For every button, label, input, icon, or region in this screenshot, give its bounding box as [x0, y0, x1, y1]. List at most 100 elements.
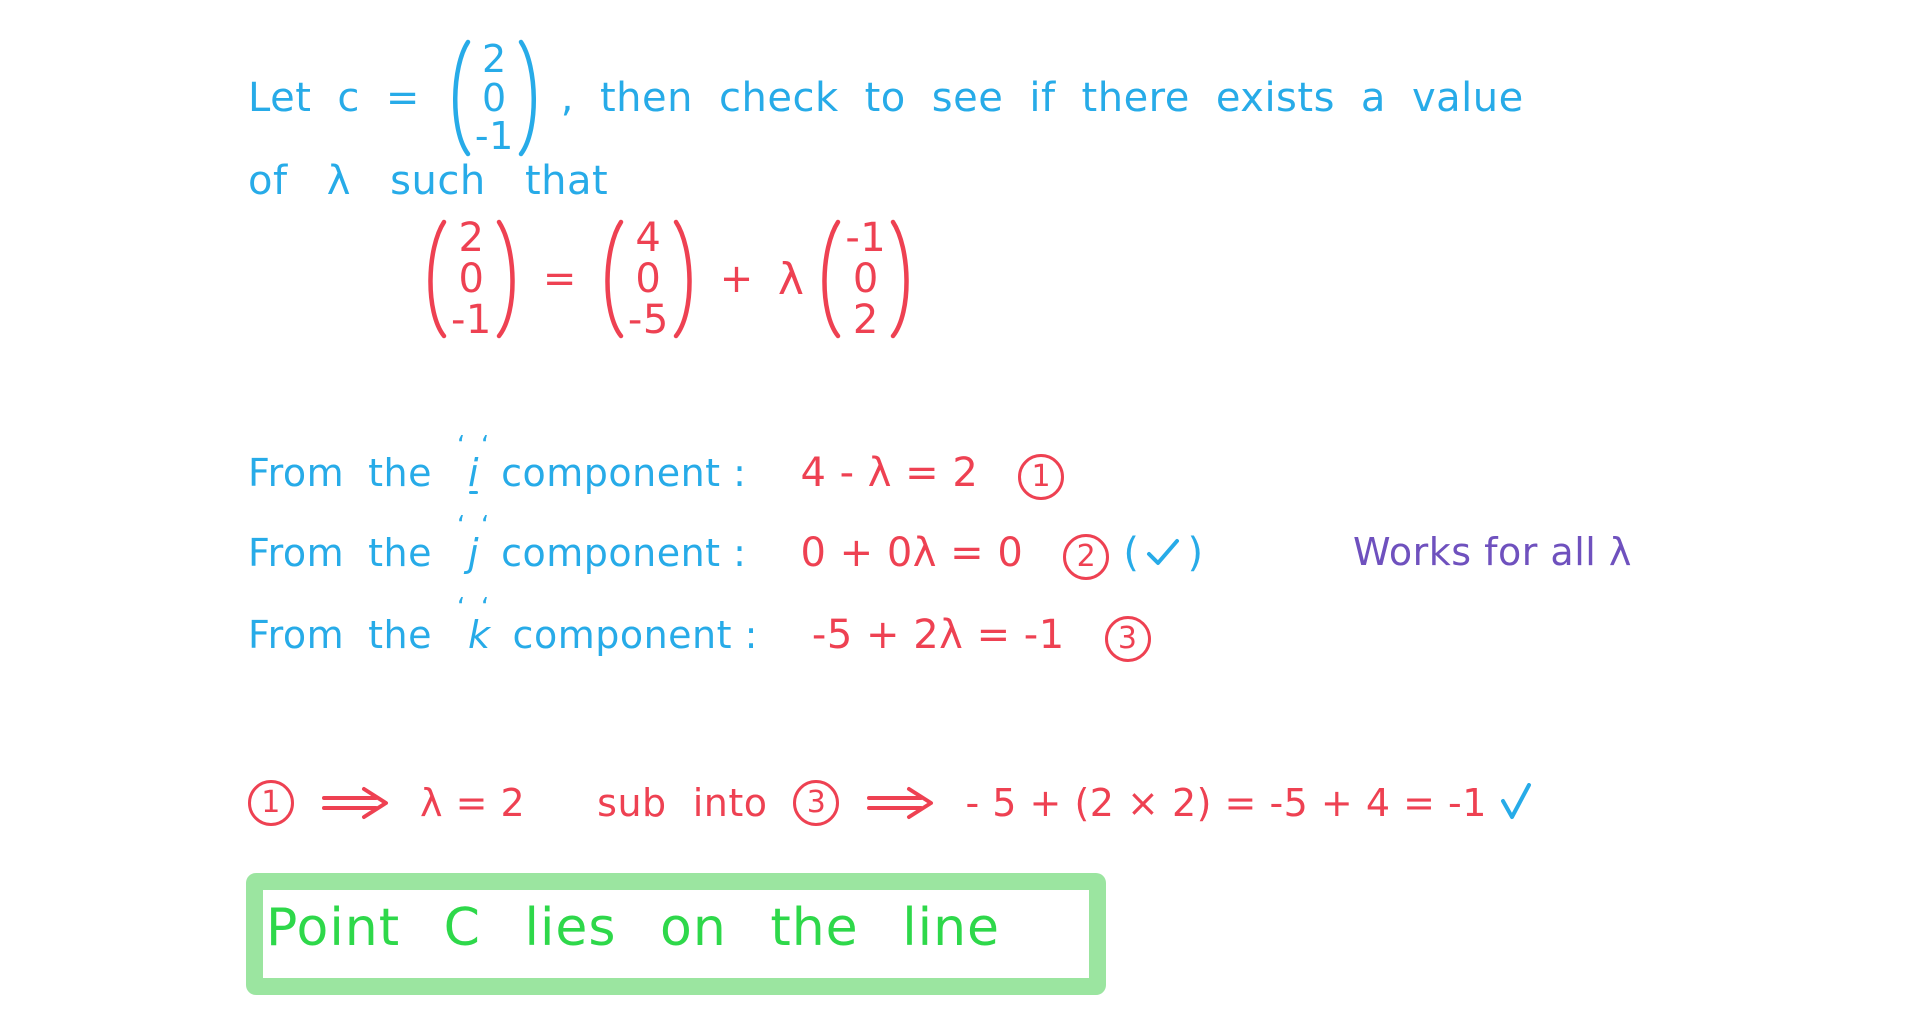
circled-reference-1: 1	[1018, 454, 1065, 500]
word-from: From	[248, 531, 345, 575]
quote-left: ‘	[457, 431, 466, 461]
unit-vector-j: ‘ j ‘	[457, 511, 489, 575]
word-such: such	[390, 158, 486, 204]
vector-c-z: -1	[474, 114, 514, 159]
unit-vector-i: ‘ i ‘	[457, 431, 489, 495]
comma: ,	[560, 75, 574, 121]
lhs-z: -1	[451, 296, 492, 343]
right-paren-icon	[672, 218, 700, 340]
component-equation-j: 0 + 0λ = 0	[800, 530, 1024, 576]
word-let: Let	[248, 75, 312, 121]
quote-left: ‘	[457, 593, 466, 623]
tick-in-parens: ( )	[1123, 530, 1203, 576]
point-x: 4	[635, 215, 662, 261]
reference-wrap-3: 3	[1104, 616, 1151, 662]
deduction-row: 1 λ = 2 sub into 3 - 5 + (2 × 2) = -5 + …	[248, 780, 1533, 826]
vector-c-x: 2	[481, 36, 507, 81]
lhs-y: 0	[458, 255, 485, 302]
equation-direction-vector: -1 0 2	[814, 218, 917, 340]
right-paren-icon	[517, 38, 543, 158]
right-paren-icon	[889, 218, 917, 340]
circled-reference-into-3: 3	[793, 780, 840, 826]
left-paren-icon	[597, 218, 625, 340]
word-into: into	[692, 781, 768, 825]
equation-direction-values: -1 0 2	[842, 218, 889, 340]
double-arrow-icon	[320, 786, 394, 820]
component-row-k: From the ‘ k ‘ component : -5 + 2λ = -1 …	[248, 593, 1151, 662]
unit-vector-i-letter: i	[468, 451, 480, 495]
left-paren-icon	[814, 218, 842, 340]
variable-c: c	[337, 75, 360, 121]
word-that: that	[524, 158, 609, 204]
vector-c-values: 2 0 -1	[472, 40, 517, 156]
word-the: the	[368, 613, 433, 657]
component-label: component :	[501, 531, 747, 575]
final-check-icon	[1499, 783, 1533, 823]
point-y: 0	[635, 255, 662, 302]
quote-right: ‘	[481, 511, 490, 541]
equation-lhs-vector: 2 0 -1	[420, 218, 523, 340]
word-from: From	[248, 613, 345, 657]
conclusion-text: Point C lies on the line	[266, 898, 1026, 958]
word-the: the	[368, 531, 433, 575]
word-exists: exists	[1215, 75, 1335, 121]
lhs-x: 2	[458, 215, 485, 261]
component-label: component :	[501, 451, 747, 495]
vector-c-y: 0	[481, 75, 507, 120]
direction-z: 2	[852, 296, 879, 343]
equals-sign: =	[542, 256, 577, 303]
equals-sign: =	[385, 75, 420, 121]
circled-reference-2: 2	[1063, 534, 1110, 580]
component-row-j: From the ‘ j ‘ component : 0 + 0λ = 0 2 …	[248, 511, 1204, 580]
word-the: the	[368, 451, 433, 495]
word-see: see	[931, 75, 1004, 121]
word-there: there	[1081, 75, 1190, 121]
underline-accent	[469, 491, 479, 494]
word-point: Point	[266, 898, 401, 958]
word-to: to	[864, 75, 906, 121]
word-lies: lies	[524, 898, 617, 958]
vector-equation: 2 0 -1 = 4 0 -5 + λ -1 0 2	[420, 218, 917, 340]
reference-wrap-1: 1	[1018, 454, 1065, 500]
equation-point-vector: 4 0 -5	[597, 218, 700, 340]
word-then: then	[600, 75, 693, 121]
word-the: the	[770, 898, 859, 958]
component-row-i: From the ‘ i ‘ component : 4 - λ = 2 1	[248, 431, 1065, 500]
right-paren-icon	[495, 218, 523, 340]
works-for-all-lambda-note: Works for all λ	[1353, 530, 1632, 574]
symbol-lambda: λ	[326, 158, 351, 204]
equation-lhs-values: 2 0 -1	[448, 218, 495, 340]
reference-wrap-2: 2	[1063, 534, 1110, 580]
double-arrow-icon-2	[865, 786, 939, 820]
check-icon	[1145, 538, 1181, 568]
circled-reference-from-1: 1	[248, 780, 294, 826]
word-from: From	[248, 451, 345, 495]
quote-left: ‘	[457, 511, 466, 541]
direction-x: -1	[845, 215, 887, 261]
unit-vector-j-letter: j	[468, 531, 480, 575]
quote-right: ‘	[481, 593, 490, 623]
paren-open: (	[1123, 530, 1140, 576]
direction-y: 0	[852, 255, 879, 302]
word-sub: sub	[597, 781, 667, 825]
plus-sign: +	[719, 256, 754, 303]
word-a: a	[1360, 75, 1386, 121]
word-c: C	[443, 898, 481, 958]
lambda-symbol: λ	[777, 253, 805, 305]
prose-line-2: of λ such that	[248, 158, 608, 204]
word-check: check	[719, 75, 839, 121]
component-equation-k: -5 + 2λ = -1	[811, 612, 1065, 658]
word-line: line	[902, 898, 1001, 958]
equation-point-values: 4 0 -5	[625, 218, 672, 340]
paren-close: )	[1187, 530, 1204, 576]
component-equation-i: 4 - λ = 2	[800, 450, 979, 496]
prose-line-1: Let c = 2 0 -1 , then check to see if th…	[248, 38, 1524, 158]
vector-c: 2 0 -1	[446, 38, 543, 158]
word-if: if	[1029, 75, 1056, 121]
point-z: -5	[627, 296, 669, 343]
unit-vector-k: ‘ k ‘	[457, 593, 491, 657]
word-of: of	[248, 158, 288, 204]
word-value: value	[1411, 75, 1524, 121]
component-label: component :	[512, 613, 758, 657]
circled-reference-3: 3	[1104, 616, 1151, 662]
